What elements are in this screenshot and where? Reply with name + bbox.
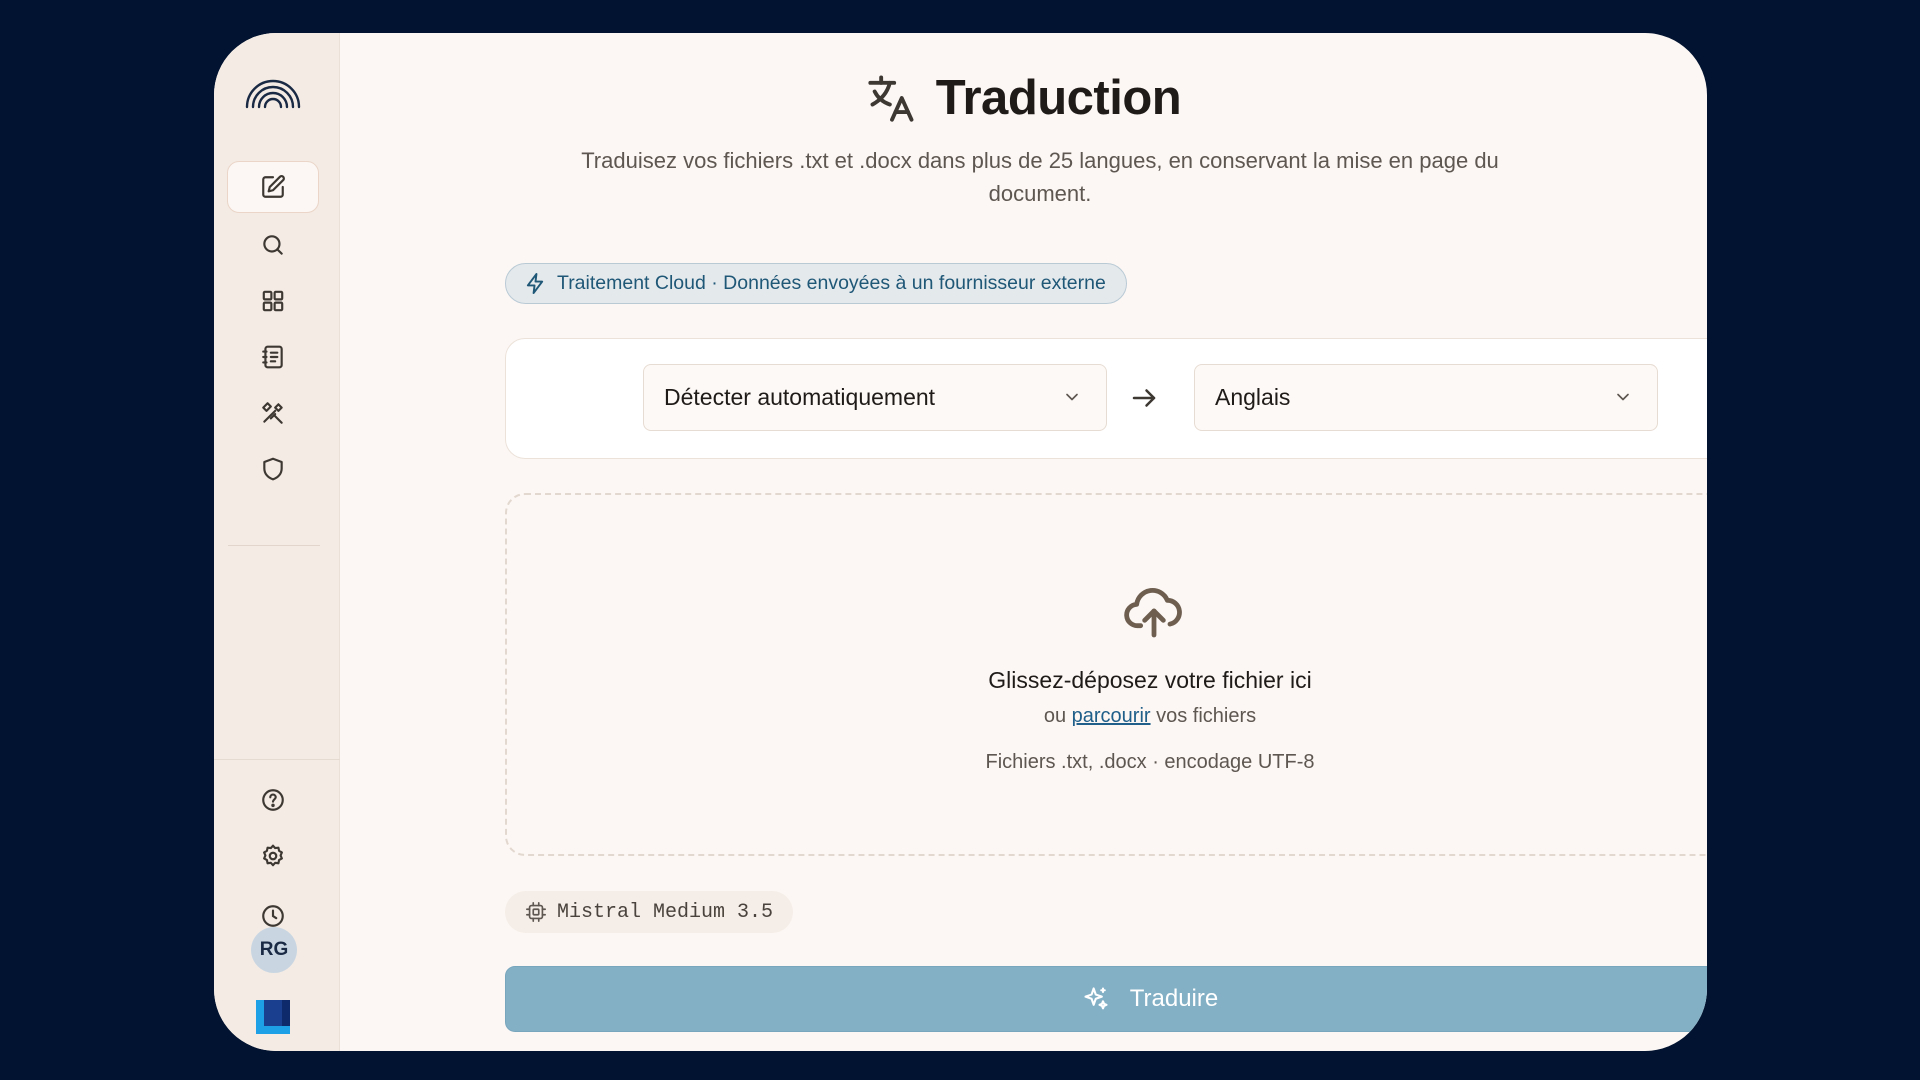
chevron-down-icon: [1617, 393, 1629, 401]
cloud-processing-badge: Traitement Cloud · Données envoyées à un…: [505, 263, 1127, 304]
title-row: Traduction: [340, 70, 1707, 126]
search-icon: [263, 235, 283, 255]
tools-icon: [262, 402, 283, 424]
grid-icon: [262, 290, 284, 312]
history-icon: [262, 905, 284, 927]
sidebar-item-security[interactable]: [227, 443, 319, 495]
sparkles-icon: [1084, 987, 1108, 1010]
translate-button-label: Traduire: [1129, 985, 1219, 1012]
arrow-right-icon: [1132, 389, 1156, 407]
browse-suffix: vos fichiers: [1156, 705, 1257, 727]
help-icon: [262, 789, 284, 811]
sidebar-item-notebook[interactable]: [227, 331, 319, 383]
lightning-icon: [526, 272, 544, 295]
cloud-upload-icon: [1124, 588, 1182, 638]
sidebar-item-apps[interactable]: [227, 275, 319, 327]
dropzone-formats: Fichiers .txt, .docx · encodage UTF-8: [985, 751, 1315, 773]
sidebar-item-search[interactable]: [227, 219, 319, 271]
app-logo[interactable]: [243, 77, 303, 117]
sidebar-item-tools[interactable]: [227, 387, 319, 439]
source-language-value: Détecter automatiquement: [664, 384, 936, 410]
language-selector-card: Détecter automatiquement Anglais: [505, 338, 1707, 459]
cloud-badge-label: Traitement Cloud · Données envoyées à un…: [557, 272, 1106, 294]
translate-button[interactable]: Traduire: [505, 966, 1707, 1032]
brand-mark-icon: [256, 1000, 290, 1034]
sidebar-divider-bottom: [214, 759, 340, 760]
dropzone-title: Glissez-déposez votre fichier ici: [988, 667, 1312, 693]
source-language-select[interactable]: Détecter automatiquement: [643, 364, 1107, 431]
dropzone-browse-text: ou parcourir vos fichiers: [507, 705, 1707, 728]
page-title: Traduction: [935, 71, 1182, 125]
sidebar-divider: [228, 545, 320, 546]
notebook-icon: [262, 345, 283, 369]
sidebar-item-help[interactable]: [227, 774, 319, 826]
file-dropzone[interactable]: Glissez-déposez votre fichier ici ou par…: [505, 493, 1707, 856]
sidebar-item-translate[interactable]: [227, 161, 319, 213]
target-language-value: Anglais: [1215, 384, 1291, 410]
translate-icon: [868, 75, 914, 122]
cpu-icon: [526, 902, 546, 922]
chevron-down-icon: [1066, 393, 1078, 401]
sidebar-item-settings[interactable]: [227, 830, 319, 882]
browse-link[interactable]: parcourir: [1072, 705, 1151, 727]
user-avatar[interactable]: RG: [251, 927, 297, 973]
settings-icon: [263, 844, 283, 867]
browse-prefix: ou: [1043, 705, 1067, 727]
page-subtitle: Traduisez vos fichiers .txt et .docx dan…: [581, 148, 1499, 206]
sidebar: RG: [214, 33, 340, 1051]
edit-icon: [262, 175, 285, 198]
model-name: Mistral Medium 3.5: [557, 900, 774, 924]
app-window: RG Traduction Traduisez vos fichiers .tx…: [214, 33, 1707, 1051]
main-content: Traduction Traduisez vos fichiers .txt e…: [340, 33, 1707, 1051]
model-chip[interactable]: Mistral Medium 3.5: [505, 891, 794, 933]
shield-icon: [263, 457, 283, 481]
target-language-select[interactable]: Anglais: [1194, 364, 1658, 431]
